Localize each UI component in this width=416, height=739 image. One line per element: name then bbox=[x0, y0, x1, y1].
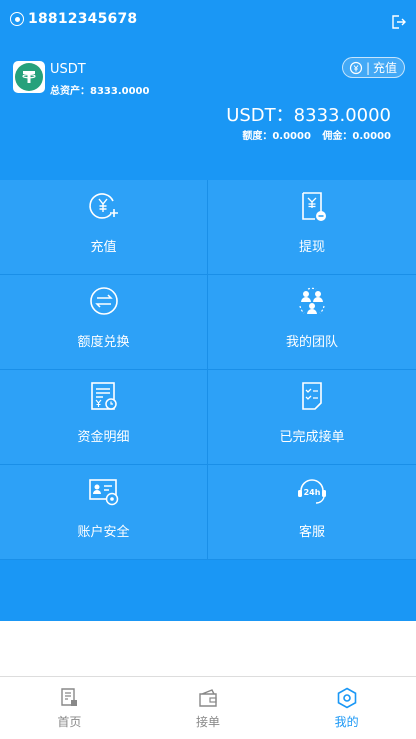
recharge-coin-icon bbox=[349, 61, 363, 74]
grid-item-recharge[interactable]: 充值 bbox=[0, 180, 208, 275]
function-grid: 充值 提现 额度兑换 我的团队 资金明细 已完成接单 账户安全 24h 客服 bbox=[0, 180, 416, 560]
home-receipt-icon bbox=[61, 688, 78, 706]
svg-text:24h: 24h bbox=[304, 488, 321, 497]
account-page: 18812345678 USDT 总资产：8333.0000 | 充值 USDT… bbox=[0, 0, 416, 739]
tab-label: 我的 bbox=[334, 715, 359, 729]
grid-item-team[interactable]: 我的团队 bbox=[208, 275, 416, 370]
usdt-balance: USDT：8333.0000 bbox=[226, 105, 391, 126]
recharge-label: 充值 bbox=[372, 61, 397, 75]
quota-value: 额度：0.0000 bbox=[242, 131, 311, 142]
user-dot-icon bbox=[10, 12, 24, 26]
tab-label: 首页 bbox=[57, 715, 82, 729]
grid-label: 额度兑换 bbox=[77, 335, 130, 350]
yen-plus-icon bbox=[88, 193, 118, 219]
wallet-icon bbox=[199, 689, 217, 707]
withdraw-icon bbox=[302, 192, 326, 221]
grid-label: 资金明细 bbox=[77, 430, 130, 445]
tab-home[interactable]: 首页 bbox=[0, 677, 139, 739]
phone-row: 18812345678 bbox=[10, 11, 137, 27]
grid-item-exchange[interactable]: 额度兑换 bbox=[0, 275, 208, 370]
total-assets: 总资产：8333.0000 bbox=[50, 86, 150, 97]
tab-orders[interactable]: 接单 bbox=[139, 677, 278, 739]
exchange-icon bbox=[89, 287, 118, 315]
grid-item-completed-orders[interactable]: 已完成接单 bbox=[208, 370, 416, 465]
grid-label: 已完成接单 bbox=[279, 430, 345, 445]
grid-item-ledger[interactable]: 资金明细 bbox=[0, 370, 208, 465]
usdt-logo bbox=[13, 61, 45, 93]
commission-value: 佣金：0.0000 bbox=[322, 131, 391, 142]
grid-label: 充值 bbox=[90, 240, 117, 255]
grid-item-security[interactable]: 账户安全 bbox=[0, 465, 208, 560]
tether-icon bbox=[22, 71, 36, 83]
header-bottom-band bbox=[0, 560, 416, 621]
ledger-icon bbox=[90, 382, 117, 410]
security-icon bbox=[88, 479, 118, 506]
hexagon-icon bbox=[337, 687, 356, 709]
support-24h-icon: 24h bbox=[298, 479, 326, 504]
logout-icon[interactable] bbox=[390, 14, 406, 30]
grid-label: 账户安全 bbox=[77, 525, 130, 540]
recharge-button[interactable]: | 充值 bbox=[341, 57, 405, 78]
team-icon bbox=[299, 287, 325, 314]
coin-name: USDT bbox=[50, 62, 86, 77]
phone-number: 18812345678 bbox=[28, 11, 138, 27]
grid-item-support[interactable]: 24h 客服 bbox=[208, 465, 416, 560]
checklist-icon bbox=[302, 382, 322, 410]
tab-mine[interactable]: 我的 bbox=[277, 677, 416, 739]
bottom-tab-bar: 首页 接单 我的 bbox=[0, 676, 416, 739]
grid-item-withdraw[interactable]: 提现 bbox=[208, 180, 416, 275]
grid-label: 我的团队 bbox=[285, 335, 338, 350]
grid-label: 提现 bbox=[298, 240, 325, 255]
tab-label: 接单 bbox=[196, 715, 221, 729]
sub-balances: 额度：0.0000 佣金：0.0000 bbox=[234, 127, 391, 142]
account-header: 18812345678 USDT 总资产：8333.0000 | 充值 USDT… bbox=[0, 0, 416, 180]
grid-label: 客服 bbox=[298, 525, 325, 540]
